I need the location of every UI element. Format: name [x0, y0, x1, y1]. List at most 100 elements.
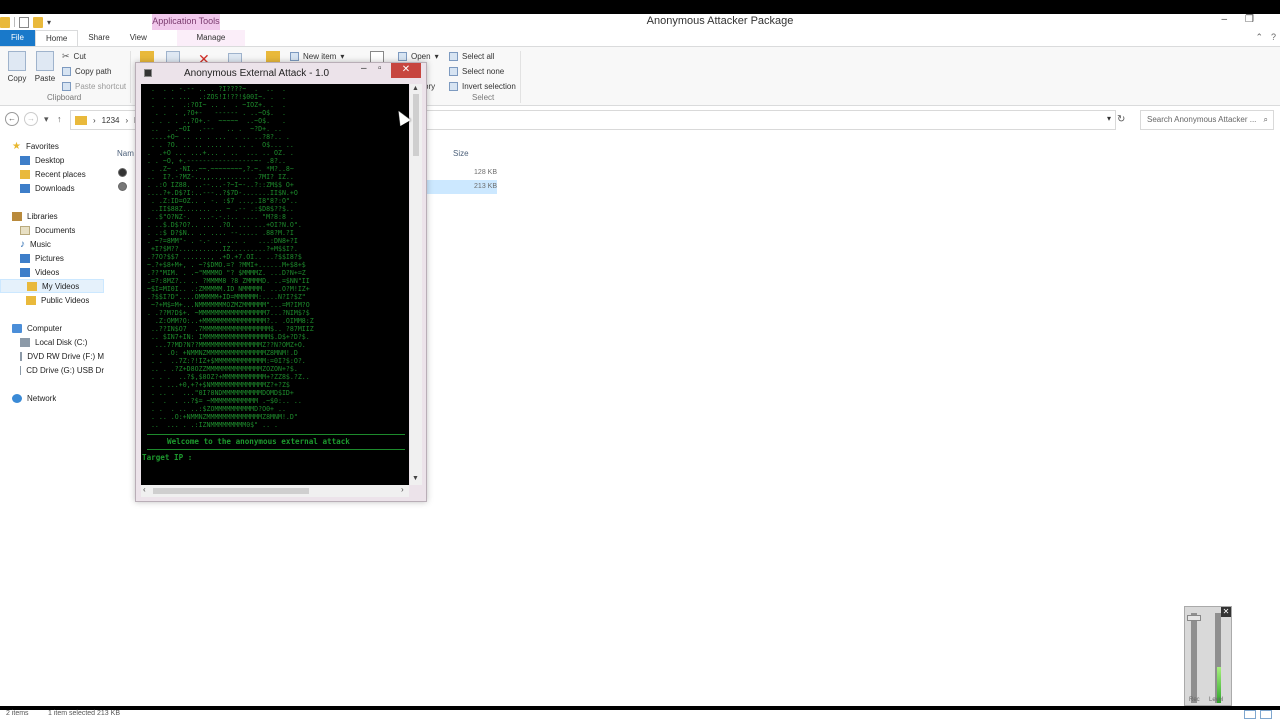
select-all-label: Select all — [462, 51, 495, 61]
anonymous-app-icon — [118, 168, 127, 177]
copy-path-button[interactable]: Copy path — [62, 64, 111, 78]
tab-home[interactable]: Home — [35, 30, 79, 46]
scroll-down-icon[interactable]: ▼ — [412, 475, 419, 482]
paste-shortcut-button[interactable]: Paste shortcut — [62, 79, 126, 93]
nav-dvd-drive[interactable]: DVD RW Drive (F:) M — [20, 349, 104, 363]
select-all-button[interactable]: Select all — [449, 49, 494, 63]
console-close-button[interactable]: ✕ — [391, 63, 421, 78]
nav-label: Recent places — [35, 169, 86, 179]
nav-label: Computer — [27, 323, 63, 333]
search-icon: ⌕ — [1263, 115, 1268, 124]
nav-desktop[interactable]: Desktop — [20, 153, 64, 167]
scroll-left-icon[interactable]: ‹ — [143, 485, 146, 494]
console-title: Anonymous External Attack - 1.0 — [184, 68, 330, 79]
nav-favorites[interactable]: ★ Favorites — [12, 139, 59, 153]
copy-path-label: Copy path — [75, 66, 112, 76]
nav-public-videos[interactable]: Public Videos — [26, 293, 89, 307]
tab-file[interactable]: File — [0, 30, 35, 46]
breadcrumb-segment[interactable]: 1234 — [102, 116, 120, 125]
nav-documents[interactable]: Documents — [20, 223, 75, 237]
nav-recent-places[interactable]: Recent places — [20, 167, 86, 181]
restore-button[interactable]: ❐ — [1245, 14, 1254, 25]
minimize-button[interactable]: – — [1221, 14, 1227, 25]
help-icon[interactable]: ? — [1271, 32, 1276, 43]
nav-my-videos[interactable]: My Videos — [0, 279, 104, 293]
column-header-name[interactable]: Nam — [117, 149, 134, 158]
nav-pictures[interactable]: Pictures — [20, 251, 64, 265]
search-input[interactable]: Search Anonymous Attacker ... ⌕ — [1140, 110, 1274, 130]
open-button[interactable]: Open ▾ — [398, 49, 439, 63]
chevron-down-icon[interactable]: ▾ — [1107, 114, 1111, 123]
large-icons-view-icon[interactable] — [1260, 710, 1272, 719]
console-output[interactable]: . . . -.-- .. . ?I????~ . .. . . . . ...… — [141, 84, 409, 485]
nav-network[interactable]: Network — [12, 391, 56, 405]
nav-label: Local Disk (C:) — [35, 337, 88, 347]
tab-manage[interactable]: Manage — [176, 30, 245, 46]
invert-selection-label: Invert selection — [462, 81, 516, 91]
scroll-thumb[interactable] — [153, 488, 309, 494]
nav-label: Public Videos — [41, 295, 90, 305]
nav-music[interactable]: ♪ Music — [20, 237, 51, 251]
scissors-icon: ✂ — [62, 50, 70, 61]
select-none-label: Select none — [462, 66, 505, 76]
separator — [130, 51, 131, 103]
recent-locations-icon[interactable]: ▾ — [44, 114, 49, 125]
scroll-up-icon[interactable]: ▲ — [412, 85, 419, 92]
tab-share[interactable]: Share — [78, 30, 119, 46]
search-placeholder: Search Anonymous Attacker ... — [1147, 115, 1257, 124]
console-window: Anonymous External Attack - 1.0 – ▫ ✕ . … — [135, 62, 427, 502]
ribbon-controls: ⌃ ? — [1255, 32, 1276, 43]
window-title-text: Anonymous Attacker Package — [646, 15, 794, 27]
scroll-thumb[interactable] — [413, 94, 419, 156]
console-target-ip-prompt[interactable]: Target IP : — [142, 453, 192, 462]
forward-button[interactable]: → — [24, 112, 38, 126]
nav-videos[interactable]: Videos — [20, 265, 59, 279]
cd-drive-icon — [20, 365, 22, 375]
scroll-right-icon[interactable]: › — [401, 485, 404, 494]
nav-libraries[interactable]: Libraries — [12, 209, 58, 223]
console-horizontal-scrollbar[interactable]: ‹ › — [141, 485, 409, 497]
console-minimize-button[interactable]: – — [361, 63, 367, 74]
nav-cd-drive[interactable]: CD Drive (G:) USB Dr — [20, 363, 104, 377]
refresh-icon[interactable]: ↻ — [1117, 114, 1125, 125]
status-selection: 1 item selected 213 KB — [48, 710, 120, 717]
nav-label: Favorites — [25, 141, 59, 151]
documents-icon — [20, 225, 30, 235]
nav-downloads[interactable]: Downloads — [20, 181, 75, 195]
console-maximize-button[interactable]: ▫ — [378, 63, 382, 74]
cut-label: Cut — [73, 51, 86, 61]
nav-label: Downloads — [35, 183, 75, 193]
slider-knob[interactable] — [1187, 615, 1201, 621]
select-none-button[interactable]: Select none — [449, 64, 504, 78]
nav-computer[interactable]: Computer — [12, 321, 62, 335]
rec-slider-track[interactable] — [1187, 613, 1201, 703]
console-app-icon[interactable] — [144, 69, 152, 77]
console-vertical-scrollbar[interactable]: ▲ ▼ — [410, 84, 422, 485]
invert-selection-button[interactable]: Invert selection — [449, 79, 516, 93]
hard-drive-icon — [20, 337, 30, 347]
music-note-icon: ♪ — [20, 238, 25, 250]
folder-icon — [75, 115, 87, 125]
libraries-icon — [12, 211, 22, 221]
anonymous-app-icon — [118, 182, 127, 191]
back-button[interactable]: ← — [5, 112, 19, 126]
title-bar: ▾ Application Tools Anonymous Attacker P… — [0, 14, 1280, 30]
cut-button[interactable]: ✂ Cut — [62, 49, 86, 63]
collapse-ribbon-icon[interactable]: ⌃ — [1255, 32, 1263, 43]
paste-button[interactable]: Paste — [34, 47, 56, 83]
new-item-button[interactable]: New item ▾ — [290, 49, 344, 63]
rec-label: Rec — [1189, 697, 1200, 703]
view-switcher — [1244, 710, 1272, 719]
up-button[interactable]: ↑ — [57, 114, 62, 124]
close-icon[interactable]: ✕ — [1221, 607, 1231, 617]
console-title-bar: Anonymous External Attack - 1.0 – ▫ ✕ — [136, 63, 426, 83]
open-icon — [398, 51, 407, 61]
column-header-size[interactable]: Size — [453, 149, 469, 158]
computer-icon — [12, 323, 22, 333]
tab-view[interactable]: View — [120, 30, 157, 46]
copy-button[interactable]: Copy — [6, 47, 28, 83]
file-size: 128 KB — [474, 169, 497, 176]
nav-local-disk[interactable]: Local Disk (C:) — [20, 335, 87, 349]
nav-label: Pictures — [35, 253, 64, 263]
details-view-icon[interactable] — [1244, 710, 1256, 719]
